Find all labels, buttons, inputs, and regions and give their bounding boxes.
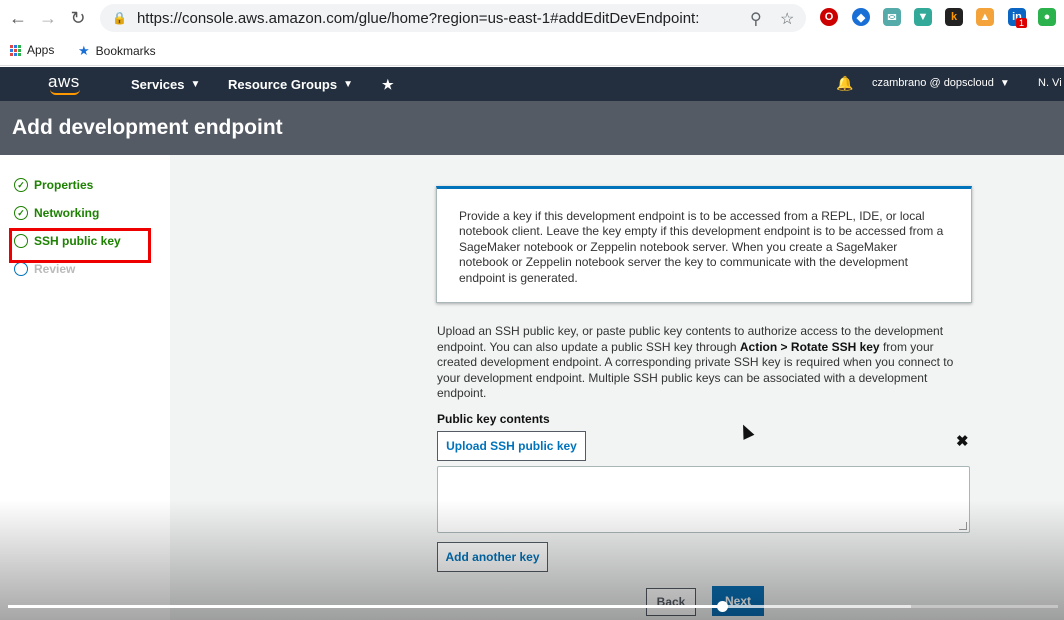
check-icon: ✓ — [14, 206, 28, 220]
rotate-ssh-key-action: Action > Rotate SSH key — [739, 339, 880, 354]
step-properties[interactable]: ✓ Properties — [14, 178, 93, 192]
reload-icon[interactable]: ↻ — [68, 8, 88, 28]
info-text: Provide a key if this development endpoi… — [459, 209, 944, 285]
ssh-key-description: Upload an SSH public key, or paste publi… — [437, 324, 972, 402]
forward-arrow-icon[interactable]: → — [38, 8, 58, 28]
lock-icon: 🔒 — [112, 11, 127, 25]
video-scrubber-handle[interactable] — [717, 601, 728, 612]
opera-extension-icon[interactable]: O — [820, 8, 838, 26]
video-progress-bar[interactable] — [8, 601, 1058, 612]
check-icon: ✓ — [14, 178, 28, 192]
vpn-extension-icon[interactable]: ▼ — [914, 8, 932, 26]
address-bar[interactable]: 🔒 https://console.aws.amazon.com/glue/ho… — [100, 4, 806, 32]
info-alert: Provide a key if this development endpoi… — [436, 186, 972, 303]
chevron-down-icon: ▼ — [999, 77, 1010, 89]
public-key-label: Public key contents — [437, 412, 550, 426]
step-networking[interactable]: ✓ Networking — [14, 206, 99, 220]
account-menu[interactable]: czambrano @ dopscloud ▼ — [872, 77, 1010, 89]
evernote-extension-icon[interactable]: ● — [1038, 8, 1056, 26]
bookmarks-folder[interactable]: ★ Bookmarks — [78, 43, 156, 59]
bookmark-star-icon[interactable]: ☆ — [780, 9, 794, 29]
bell-icon[interactable]: 🔔 — [836, 75, 853, 92]
public-key-textarea[interactable] — [437, 466, 970, 533]
drive-extension-icon[interactable]: ▲ — [976, 8, 994, 26]
region-menu[interactable]: N. Vi — [1038, 77, 1062, 89]
annotation-highlight — [9, 228, 151, 263]
chevron-down-icon: ▼ — [190, 79, 201, 90]
step-review: Review — [14, 262, 75, 276]
step-label: Properties — [34, 178, 94, 192]
bookmarks-label: Bookmarks — [95, 44, 156, 58]
services-menu[interactable]: Services ▼ — [131, 77, 200, 92]
browser-toolbar: ← → ↻ 🔒 https://console.aws.amazon.com/g… — [0, 0, 1064, 36]
wizard-steps — [0, 155, 170, 620]
step-label: Review — [34, 262, 76, 276]
add-another-key-button[interactable]: Add another key — [437, 542, 548, 572]
resize-handle-icon[interactable] — [959, 522, 967, 530]
bookmarks-bar: Apps ★ Bookmarks — [0, 36, 1064, 66]
k-extension-icon[interactable]: k — [945, 8, 963, 26]
apps-bookmark[interactable]: Apps — [10, 43, 54, 57]
resource-groups-label: Resource Groups — [228, 77, 338, 92]
video-progress-fill — [8, 605, 722, 608]
upload-ssh-key-button[interactable]: Upload SSH public key — [437, 431, 586, 461]
back-button[interactable]: Back — [646, 588, 696, 616]
resource-groups-menu[interactable]: Resource Groups ▼ — [228, 77, 353, 92]
back-arrow-icon[interactable]: ← — [8, 8, 28, 28]
zoom-icon[interactable]: ⚲ — [750, 9, 762, 29]
step-label: Networking — [34, 206, 100, 220]
chevron-down-icon: ▼ — [343, 79, 353, 90]
account-label: czambrano @ dopscloud — [872, 77, 994, 89]
apps-grid-icon — [10, 44, 21, 56]
url-text: https://console.aws.amazon.com/glue/home… — [136, 9, 700, 27]
circle-icon — [14, 262, 28, 276]
apps-label: Apps — [27, 43, 55, 57]
remove-key-icon[interactable]: ✖ — [956, 432, 969, 450]
video-buffer-bar — [722, 605, 911, 608]
aws-navbar: aws Services ▼ Resource Groups ▼ ★ 🔔 cza… — [0, 67, 1064, 101]
services-label: Services — [131, 77, 185, 92]
shield-extension-icon[interactable]: ◆ — [852, 8, 870, 26]
mail-extension-icon[interactable]: ✉ — [883, 8, 901, 26]
pin-icon[interactable]: ★ — [382, 77, 394, 93]
star-icon: ★ — [78, 43, 90, 58]
aws-smile-icon — [50, 89, 80, 95]
page-title: Add development endpoint — [0, 101, 1064, 155]
notification-badge: 1 — [1016, 18, 1028, 28]
